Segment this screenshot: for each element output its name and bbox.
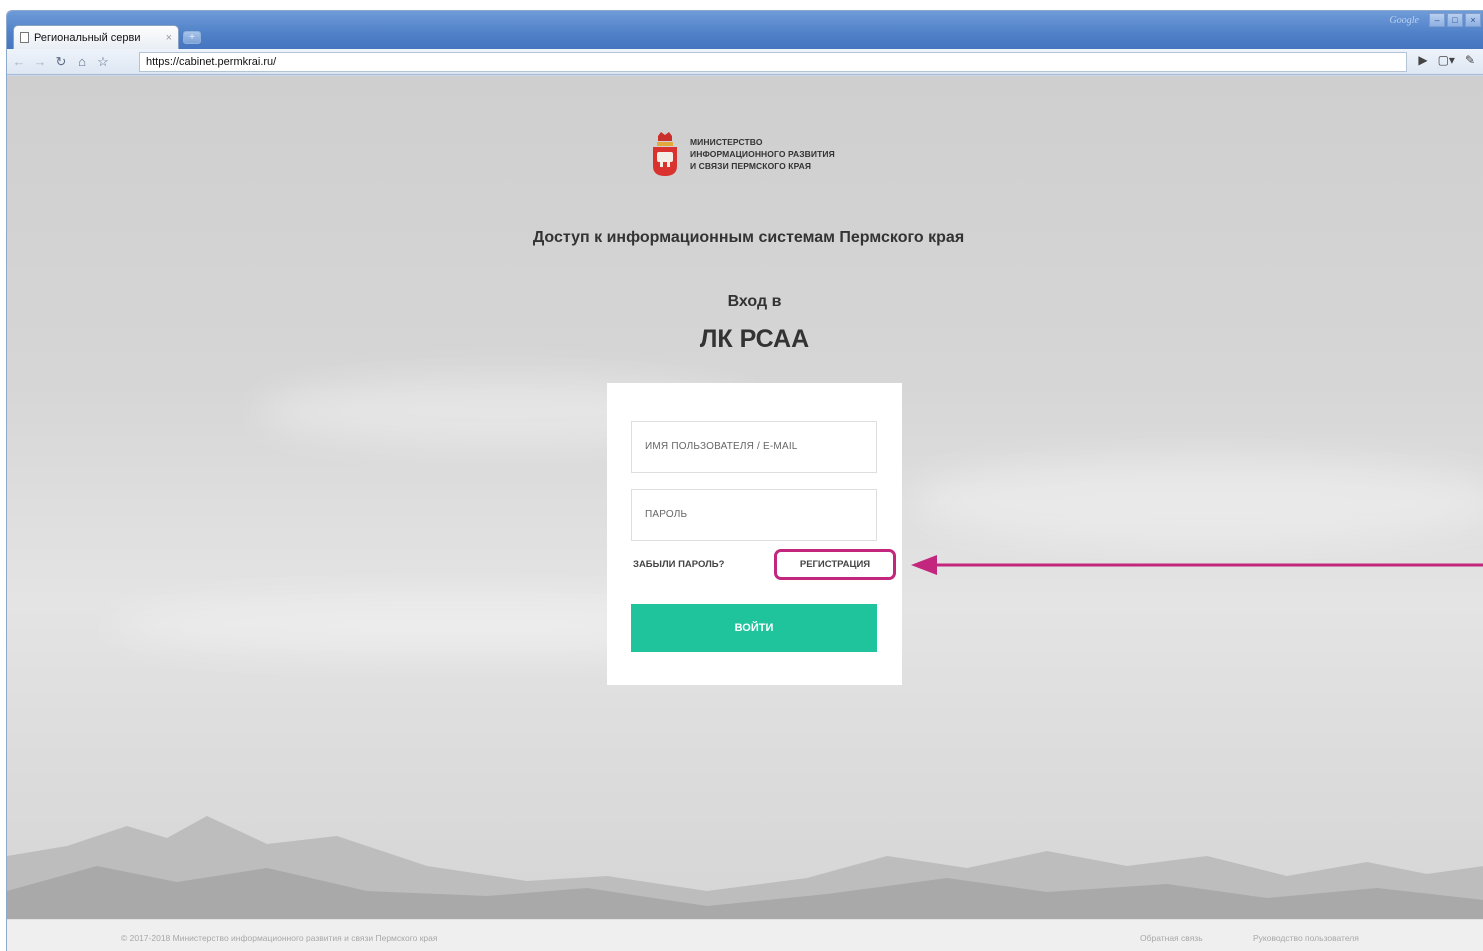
perm-crest-icon xyxy=(653,132,677,176)
maximize-icon[interactable]: □ xyxy=(1447,13,1463,27)
forward-icon[interactable]: → xyxy=(31,53,49,71)
login-button[interactable]: ВОЙТИ xyxy=(631,604,877,652)
login-subtitle: Вход в xyxy=(727,293,782,310)
brand-line-3: И СВЯЗИ ПЕРМСКОГО КРАЯ xyxy=(690,161,812,171)
address-bar[interactable]: https://cabinet.permkrai.ru/ xyxy=(139,52,1407,72)
browser-tab[interactable]: Региональный серви × xyxy=(13,25,179,49)
play-icon[interactable]: ▶ xyxy=(1418,53,1427,67)
close-window-icon[interactable]: × xyxy=(1465,13,1481,27)
minimize-icon[interactable]: – xyxy=(1429,13,1445,27)
feedback-link[interactable]: Обратная связь xyxy=(1140,933,1203,943)
page-viewport: МИНИСТЕРСТВО ИНФОРМАЦИОННОГО РАЗВИТИЯ И … xyxy=(7,76,1483,951)
page-footer: © 2017-2018 Министерство информационного… xyxy=(7,919,1483,951)
wrench-icon[interactable]: ✎ xyxy=(1465,53,1475,67)
titlebar-label: Google xyxy=(1389,15,1419,26)
new-tab-button[interactable]: + xyxy=(183,31,201,44)
mountain-silhouette xyxy=(7,816,1483,932)
back-icon[interactable]: ← xyxy=(10,53,28,71)
tab-close-icon[interactable]: × xyxy=(166,32,172,44)
brand-line-1: МИНИСТЕРСТВО xyxy=(690,137,763,147)
bookmark-star-icon[interactable]: ☆ xyxy=(94,53,112,71)
brand-line-2: ИНФОРМАЦИОННОГО РАЗВИТИЯ xyxy=(690,149,835,159)
user-guide-link[interactable]: Руководство пользователя xyxy=(1253,933,1359,943)
browser-toolbar: ← → ↻ ⌂ ☆ https://cabinet.permkrai.ru/ ▶… xyxy=(7,49,1483,75)
password-field[interactable]: ПАРОЛЬ xyxy=(631,489,877,541)
login-target-title: ЛК РСАА xyxy=(699,325,810,353)
browser-frame: Региональный серви × + Google – □ × ← → … xyxy=(6,10,1483,951)
ministry-logo: МИНИСТЕРСТВО ИНФОРМАЦИОННОГО РАЗВИТИЯ И … xyxy=(652,132,835,176)
reload-icon[interactable]: ↻ xyxy=(52,53,70,71)
tab-title: Региональный серви xyxy=(34,31,141,44)
forgot-password-link[interactable]: ЗАБЫЛИ ПАРОЛЬ? xyxy=(633,559,724,570)
portal-title: Доступ к информационным системам Пермско… xyxy=(532,229,965,246)
register-link[interactable]: РЕГИСТРАЦИЯ xyxy=(774,549,896,580)
login-card: ИМЯ ПОЛЬЗОВАТЕЛЯ / E-MAIL ПАРОЛЬ ЗАБЫЛИ … xyxy=(607,383,902,685)
page-menu-icon[interactable]: ▢▾ xyxy=(1438,53,1455,67)
browser-window: Региональный серви × + Google – □ × ← → … xyxy=(0,0,1483,951)
username-field[interactable]: ИМЯ ПОЛЬЗОВАТЕЛЯ / E-MAIL xyxy=(631,421,877,473)
cloud-shape xyxy=(907,456,1483,546)
home-icon[interactable]: ⌂ xyxy=(73,53,91,71)
title-bar: Региональный серви × + Google – □ × xyxy=(7,11,1483,49)
copyright-text: © 2017-2018 Министерство информационного… xyxy=(121,933,438,943)
annotation-arrow xyxy=(911,555,1483,575)
page-icon xyxy=(20,32,29,43)
